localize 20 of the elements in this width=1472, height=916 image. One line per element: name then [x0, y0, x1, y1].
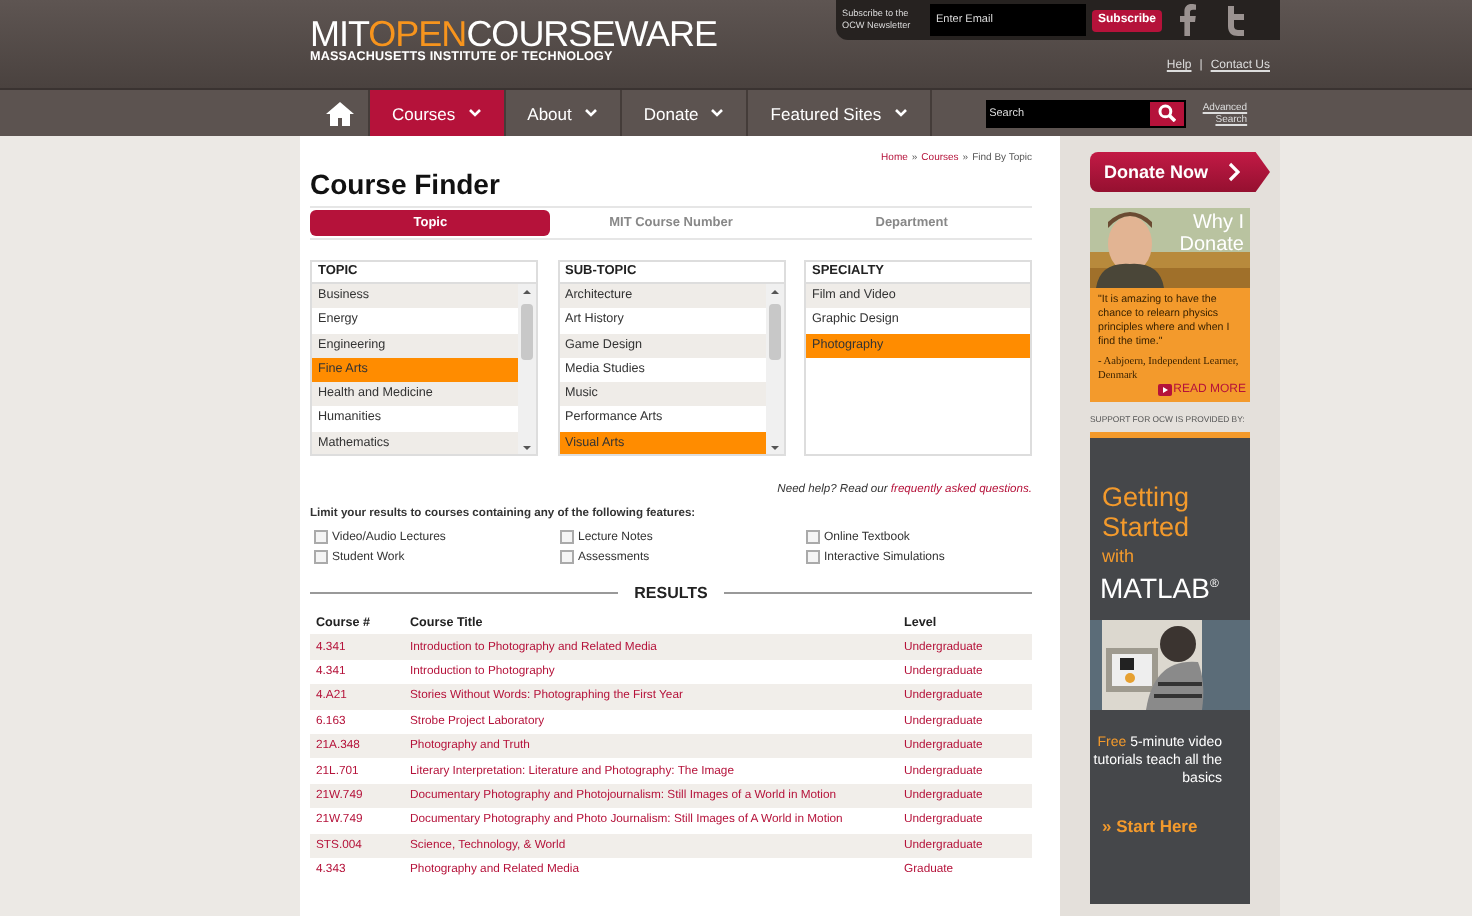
donate-button[interactable]: Donate Now — [1090, 152, 1270, 192]
ad-brand: MATLAB$^{®}$ — [1098, 572, 1221, 604]
chevron-down-icon — [710, 108, 725, 118]
chevron-down-icon — [583, 108, 598, 118]
ad-with: with — [1100, 546, 1137, 566]
logo-title[interactable]: MITOPENCOURSEWARE — [310, 18, 836, 50]
search-button[interactable] — [1147, 99, 1186, 127]
home-icon[interactable] — [325, 101, 353, 125]
play-icon — [1157, 384, 1172, 396]
scrollbar[interactable] — [518, 284, 536, 454]
chevron-down-icon — [893, 108, 908, 118]
search-icon — [1157, 104, 1176, 122]
results-heading: RESULTS — [634, 584, 708, 602]
testimonial-title: Why I Donate — [1177, 212, 1244, 256]
ad-heading: Getting Started — [1100, 482, 1192, 542]
nav-tab[interactable]: Courses — [370, 90, 506, 136]
chevron-right-icon — [1228, 162, 1240, 182]
page-title: Course Finder — [310, 168, 502, 200]
start-here-link[interactable]: » Start Here — [1090, 816, 1250, 836]
chevron-down-icon — [467, 108, 482, 118]
